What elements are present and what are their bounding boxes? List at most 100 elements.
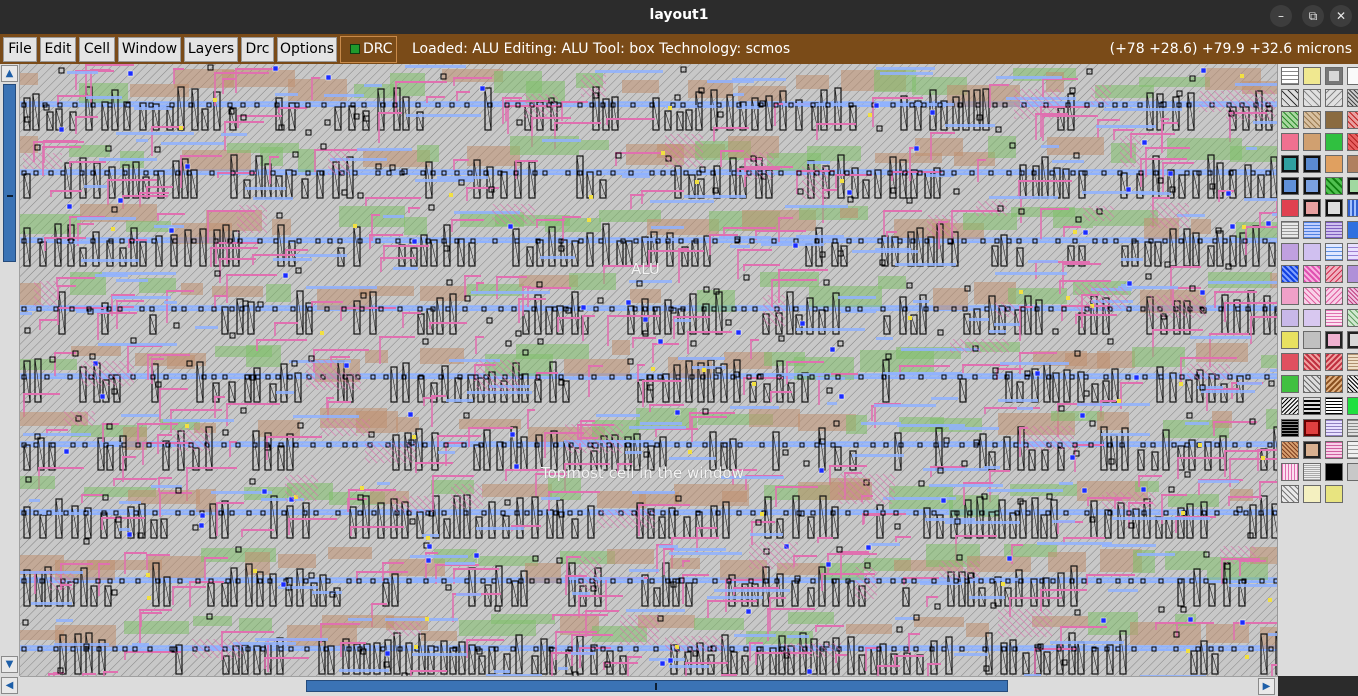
layer-swatch-red-solid[interactable] — [1281, 199, 1299, 217]
layer-swatch-green-hatch[interactable] — [1281, 111, 1299, 129]
menu-edit[interactable]: Edit — [40, 37, 76, 62]
layer-swatch-blue-lines-2[interactable] — [1325, 243, 1343, 261]
menu-window[interactable]: Window — [118, 37, 181, 62]
layer-swatch-red-diag[interactable] — [1303, 353, 1321, 371]
layer-swatch-brown-solid[interactable] — [1325, 111, 1343, 129]
layer-swatch-orange-dots[interactable] — [1325, 155, 1343, 173]
layer-swatch-green-hatch-2[interactable] — [1347, 309, 1358, 327]
layer-swatch-blue-x-2[interactable] — [1281, 177, 1299, 195]
layer-swatch-pink-hatch-2[interactable] — [1325, 287, 1343, 305]
layer-swatch-brown-dots[interactable] — [1347, 155, 1358, 173]
layer-swatch-black-diag[interactable] — [1281, 397, 1299, 415]
drc-status-button[interactable]: DRC — [340, 36, 397, 63]
layer-swatch-lavender[interactable] — [1303, 243, 1321, 261]
layer-swatch-yellow-dots[interactable] — [1303, 67, 1321, 85]
layer-swatch-black-solid[interactable] — [1325, 463, 1343, 481]
layer-swatch-black-x[interactable] — [1325, 199, 1343, 217]
layer-swatch-brown-diag[interactable] — [1325, 375, 1343, 393]
layer-swatch-grid-white[interactable] — [1281, 67, 1299, 85]
layer-swatch-hatch-dense[interactable] — [1347, 89, 1358, 107]
layer-swatch-purple-2[interactable] — [1347, 265, 1358, 283]
layer-swatch-gray-box[interactable] — [1325, 67, 1343, 85]
layer-swatch-yellow-solid[interactable] — [1281, 331, 1299, 349]
layer-swatch-yellow-pale[interactable] — [1325, 485, 1343, 503]
layer-swatch-white-box[interactable] — [1347, 67, 1358, 85]
layer-swatch-pink-hatch[interactable] — [1303, 287, 1321, 305]
minimize-button[interactable]: – — [1270, 5, 1292, 27]
layer-swatch-red-x-2[interactable] — [1303, 199, 1321, 217]
layer-swatch-brown-hatch[interactable] — [1281, 441, 1299, 459]
scroll-right-icon[interactable]: ▶ — [1258, 678, 1275, 695]
layer-swatch-gray-lines-3[interactable] — [1347, 441, 1358, 459]
layer-swatch-teal-x[interactable] — [1281, 155, 1299, 173]
menu-options[interactable]: Options — [277, 37, 337, 62]
scroll-up-icon[interactable]: ▲ — [1, 65, 18, 82]
layer-swatch-gray-diag[interactable] — [1281, 485, 1299, 503]
layer-swatch-red-hatch[interactable] — [1347, 111, 1358, 129]
layer-swatch-black-lines[interactable] — [1347, 375, 1358, 393]
menu-file[interactable]: File — [3, 37, 37, 62]
layer-swatch-blue-check[interactable] — [1347, 199, 1358, 217]
layout-canvas[interactable]: ALU Topmost cell in the window — [20, 64, 1277, 676]
layer-swatch-gray-x[interactable] — [1347, 331, 1358, 349]
layer-swatch-black-stripes[interactable] — [1281, 419, 1299, 437]
menu-drc[interactable]: Drc — [241, 37, 274, 62]
layer-swatch-gray-hatch[interactable] — [1303, 375, 1321, 393]
layer-swatch-blue-pattern[interactable] — [1281, 265, 1299, 283]
layer-swatch-gray-dots[interactable] — [1303, 331, 1321, 349]
layer-swatch-red-stripe[interactable] — [1325, 265, 1343, 283]
layer-swatch-tan-lines[interactable] — [1347, 353, 1358, 371]
layer-swatch-black-bars[interactable] — [1325, 397, 1343, 415]
layer-swatch-green-x[interactable] — [1347, 177, 1358, 195]
layer-swatch-pink-pattern[interactable] — [1303, 265, 1321, 283]
layer-swatch-tan-hatch[interactable] — [1303, 111, 1321, 129]
layer-swatch-lavender-lines[interactable] — [1325, 419, 1343, 437]
layer-swatch-gray-lines-2[interactable] — [1347, 419, 1358, 437]
layer-swatch-gray-solid[interactable] — [1347, 463, 1358, 481]
layer-swatch-pink-hatch-3[interactable] — [1347, 287, 1358, 305]
close-button[interactable]: ✕ — [1330, 5, 1352, 27]
horizontal-scroll-thumb[interactable] — [306, 680, 1008, 692]
scroll-down-icon[interactable]: ▼ — [1, 656, 18, 673]
layer-swatch-pink-lines-2[interactable] — [1325, 441, 1343, 459]
layer-swatch-pink-solid[interactable] — [1281, 133, 1299, 151]
layer-swatch-red-x[interactable] — [1347, 133, 1358, 151]
menu-layers[interactable]: Layers — [184, 37, 238, 62]
layer-swatch-hatch-black[interactable] — [1281, 89, 1299, 107]
layer-swatch-blue-x-3[interactable] — [1303, 177, 1321, 195]
layer-swatch-gray-lines[interactable] — [1281, 221, 1299, 239]
layer-swatch-gray-stripes[interactable] — [1303, 463, 1321, 481]
layer-swatch-lilac-2[interactable] — [1303, 309, 1321, 327]
layer-swatch-purple-solid[interactable] — [1281, 243, 1299, 261]
layer-swatch-hatch-gray[interactable] — [1303, 89, 1321, 107]
scroll-left-icon[interactable]: ◀ — [1, 677, 18, 694]
layer-swatch-red-stripe-2[interactable] — [1281, 353, 1299, 371]
layer-swatch-green-solid[interactable] — [1325, 133, 1343, 151]
layer-swatch-tan-solid[interactable] — [1303, 133, 1321, 151]
layer-swatch-blue-fill[interactable] — [1347, 221, 1358, 239]
layer-swatch-red-box[interactable] — [1303, 419, 1321, 437]
vertical-scrollbar[interactable]: ▲ ▼ — [0, 64, 20, 676]
horizontal-scrollbar[interactable]: ▶ — [20, 676, 1278, 696]
layer-swatch-pink-dots[interactable] — [1281, 287, 1299, 305]
layer-swatch-blue-x[interactable] — [1303, 155, 1321, 173]
layer-swatch-green-bright[interactable] — [1347, 397, 1358, 415]
layer-swatch-brown-x[interactable] — [1303, 441, 1321, 459]
menu-cell[interactable]: Cell — [79, 37, 115, 62]
layer-swatch-purple-lines-2[interactable] — [1347, 243, 1358, 261]
layer-swatch-purple-lines[interactable] — [1325, 221, 1343, 239]
layer-swatch-green-stripe[interactable] — [1325, 177, 1343, 195]
layer-swatch-green-solid-2[interactable] — [1281, 375, 1299, 393]
layer-swatch-lilac[interactable] — [1281, 309, 1299, 327]
layer-swatch-yellow-dots-2[interactable] — [1303, 485, 1321, 503]
cell-name-label: ALU — [631, 260, 660, 278]
layer-swatch-hatch-gray-2[interactable] — [1325, 89, 1343, 107]
maximize-button[interactable]: ⧉ — [1302, 5, 1324, 27]
layer-swatch-blue-lines[interactable] — [1303, 221, 1321, 239]
layer-swatch-pink-lines-3[interactable] — [1281, 463, 1299, 481]
vertical-scroll-thumb[interactable] — [3, 84, 16, 262]
layer-swatch-pink-lines[interactable] — [1325, 309, 1343, 327]
layer-swatch-pink-x[interactable] — [1325, 331, 1343, 349]
layer-swatch-black-box[interactable] — [1303, 397, 1321, 415]
layer-swatch-red-diag-2[interactable] — [1325, 353, 1343, 371]
